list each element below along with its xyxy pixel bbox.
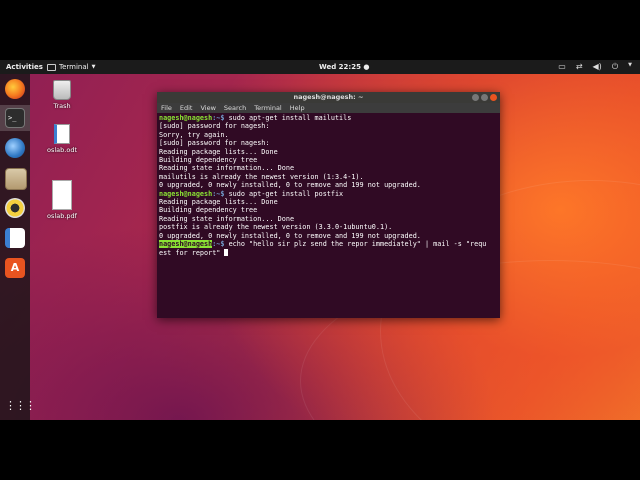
prompt-user: nagesh@nagesh <box>159 189 213 198</box>
terminal-line: 0 upgraded, 0 newly installed, 0 to remo… <box>159 231 421 240</box>
terminal-line: Building dependency tree <box>159 206 258 215</box>
terminal-line: [sudo] password for nagesh: <box>159 139 270 148</box>
oslab-odt-label: oslab.odt <box>47 146 77 154</box>
clock-label: Wed 22:25 <box>319 63 361 71</box>
terminal-menubar: File Edit View Search Terminal Help <box>157 103 500 113</box>
terminal-app-icon <box>47 63 56 71</box>
terminal-titlebar[interactable]: nagesh@nagesh: ~ <box>157 92 500 103</box>
trash-label: Trash <box>53 102 71 110</box>
menu-edit[interactable]: Edit <box>180 103 193 113</box>
terminal-window[interactable]: nagesh@nagesh: ~ File Edit View Search T… <box>157 92 500 318</box>
oslab-pdf-label: oslab.pdf <box>47 212 77 220</box>
terminal-line: Reading state information... Done <box>159 214 295 223</box>
app-menu-label: Terminal <box>59 63 89 71</box>
chevron-down-icon: ▼ <box>91 64 96 70</box>
thunderbird-icon[interactable] <box>5 138 25 158</box>
terminal-line: Building dependency tree <box>159 156 258 165</box>
terminal-line: nagesh@nagesh:~$ sudo apt-get install po… <box>159 190 498 198</box>
close-icon[interactable] <box>490 94 497 101</box>
oslab-odt-desktop-icon[interactable]: oslab.odt <box>37 124 87 154</box>
notification-dot-icon: ● <box>363 63 370 71</box>
chevron-down-icon: ▼ <box>628 62 632 68</box>
command-text: sudo apt-get install postfix <box>224 189 344 198</box>
terminal-line: nagesh@nagesh:~$ sudo apt-get install ma… <box>159 114 498 122</box>
top-bar: Activities Terminal ▼ Wed 22:25 ● ▭ ⇄ ◀)… <box>0 60 640 74</box>
terminal-line: mailutils is already the newest version … <box>159 172 364 181</box>
system-tray[interactable]: ▭ ⇄ ◀) ⏻ ▼ <box>558 62 632 72</box>
prompt-path: :~$ <box>212 240 225 249</box>
app-menu[interactable]: Terminal ▼ <box>47 63 95 71</box>
terminal-line: postfix is already the newest version (3… <box>159 223 393 232</box>
rhythmbox-icon[interactable] <box>5 198 25 218</box>
writer-icon[interactable] <box>5 228 25 248</box>
terminal-title: nagesh@nagesh: ~ <box>293 93 364 101</box>
prompt-path: :~$ <box>212 189 225 198</box>
show-applications-icon[interactable]: ⋮⋮⋮ <box>5 396 36 416</box>
trash-desktop-icon[interactable]: Trash <box>37 80 87 110</box>
terminal-line: 0 upgraded, 0 newly installed, 0 to remo… <box>159 181 421 190</box>
menu-search[interactable]: Search <box>224 103 246 113</box>
terminal-line: Reading state information... Done <box>159 164 295 173</box>
document-icon <box>54 124 70 144</box>
pdf-icon <box>52 180 72 210</box>
oslab-pdf-desktop-icon[interactable]: oslab.pdf <box>37 180 87 220</box>
text-cursor <box>224 248 229 256</box>
files-icon[interactable] <box>5 168 27 190</box>
command-text: sudo apt-get install mailutils <box>224 114 352 122</box>
firefox-icon[interactable] <box>5 79 25 99</box>
prompt-user-selected: nagesh@nagesh <box>159 240 213 249</box>
menu-file[interactable]: File <box>161 103 172 113</box>
camera-icon: ▭ <box>558 62 566 71</box>
trash-icon <box>53 80 71 100</box>
dock: >_ A ⋮⋮⋮ <box>0 74 36 420</box>
terminal-line: Sorry, try again. <box>159 130 229 139</box>
terminal-output[interactable]: nagesh@nagesh:~$ sudo apt-get install ma… <box>157 113 500 258</box>
terminal-line: est for report" <box>159 248 498 257</box>
current-command-continuation: est for report" <box>159 248 225 257</box>
volume-icon: ◀) <box>592 62 602 71</box>
prompt-user: nagesh@nagesh <box>159 114 213 122</box>
minimize-icon[interactable] <box>472 94 479 101</box>
terminal-line: [sudo] password for nagesh: <box>159 122 270 131</box>
menu-help[interactable]: Help <box>290 103 305 113</box>
maximize-icon[interactable] <box>481 94 488 101</box>
clock[interactable]: Wed 22:25 ● <box>319 63 370 71</box>
prompt-path: :~$ <box>212 114 225 122</box>
current-command-text: echo "hello sir plz send the repor immed… <box>224 240 487 249</box>
terminal-line: nagesh@nagesh:~$ echo "hello sir plz sen… <box>159 240 498 249</box>
terminal-line: Reading package lists... Done <box>159 198 278 207</box>
terminal-line: Reading package lists... Done <box>159 147 278 156</box>
desktop-screen: Activities Terminal ▼ Wed 22:25 ● ▭ ⇄ ◀)… <box>0 60 640 420</box>
software-center-icon[interactable]: A <box>5 258 25 278</box>
menu-terminal[interactable]: Terminal <box>254 103 281 113</box>
menu-view[interactable]: View <box>200 103 215 113</box>
network-icon: ⇄ <box>575 62 583 71</box>
terminal-icon[interactable]: >_ <box>5 108 25 128</box>
power-icon: ⏻ <box>611 62 619 71</box>
activities-button[interactable]: Activities <box>6 63 43 71</box>
